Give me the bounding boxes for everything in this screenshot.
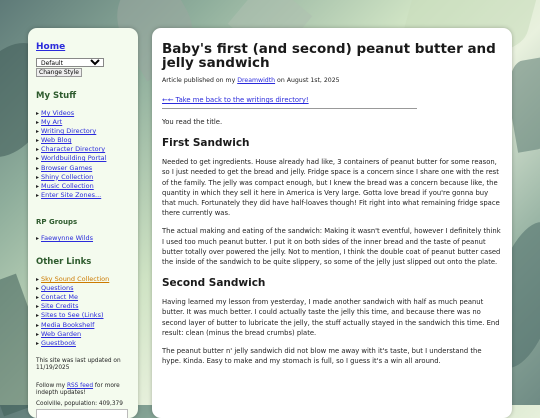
meta-suffix: on August 1st, 2025	[275, 77, 340, 84]
sidebar-item-music-collection: Music Collection	[36, 182, 138, 191]
my-stuff-heading: My Stuff	[36, 91, 77, 101]
my-art-link[interactable]: My Art	[41, 118, 62, 126]
sidebar-item-enter-site-zones: Enter Site Zones...	[36, 191, 138, 200]
sidebar-item-web-garden: Web Garden	[36, 330, 138, 339]
sidebar-item-web-blog: Web Blog	[36, 136, 138, 145]
my-stuff-list: My Videos My Art Writing Directory Web B…	[36, 109, 138, 200]
paragraph: The peanut butter n' jelly sandwich did …	[162, 347, 482, 366]
sites-to-see-link[interactable]: Sites to See (Links)	[41, 311, 103, 319]
sidebar-item-shiny-collection: Shiny Collection	[36, 173, 138, 182]
dreamwidth-link[interactable]: Dreamwidth	[237, 77, 275, 84]
writing-directory-link[interactable]: Writing Directory	[41, 127, 96, 135]
article-panel: Baby's first (and second) peanut butter …	[152, 28, 512, 418]
worldbuilding-portal-link[interactable]: Worldbuilding Portal	[41, 154, 106, 162]
second-sandwich-heading: Second Sandwich	[162, 277, 266, 290]
rss-follow-text: Follow my RSS feed for more indepth upda…	[36, 383, 134, 398]
enter-site-zones-link[interactable]: Enter Site Zones...	[41, 191, 101, 199]
population-counter: Coolville, population: 409,379	[36, 400, 123, 407]
web-garden-link[interactable]: Web Garden	[41, 330, 81, 338]
media-bookshelf-link[interactable]: Media Bookshelf	[41, 321, 94, 329]
guestbook-link[interactable]: Guestbook	[41, 339, 76, 347]
first-sandwich-heading: First Sandwich	[162, 137, 250, 150]
meta-prefix: Article published on my	[162, 77, 238, 84]
site-credits-link[interactable]: Site Credits	[41, 302, 78, 310]
style-select[interactable]: Default	[36, 58, 104, 67]
other-links-list: Sky Sound Collection Questions Contact M…	[36, 275, 138, 348]
intro-paragraph: You read the title.	[162, 118, 223, 126]
sidebar-item-writing-directory: Writing Directory	[36, 127, 138, 136]
last-updated-text: This site was last updated on 11/19/2025	[36, 357, 121, 372]
sidebar-item-faewynne-wilds: Faewynne Wilds	[36, 234, 138, 243]
sidebar-item-my-videos: My Videos	[36, 109, 138, 118]
paragraph: Needed to get ingredients. House already…	[162, 158, 500, 218]
sidebar-item-questions: Questions	[36, 284, 138, 293]
back-to-writings-link[interactable]: ←← Take me back to the writings director…	[162, 96, 502, 104]
sidebar-item-my-art: My Art	[36, 118, 138, 127]
questions-link[interactable]: Questions	[41, 284, 73, 292]
home-link[interactable]: Home	[36, 42, 138, 52]
paragraph: The actual making and eating of the sand…	[162, 227, 501, 267]
sidebar-item-site-credits: Site Credits	[36, 302, 138, 311]
shiny-collection-link[interactable]: Shiny Collection	[41, 173, 93, 181]
faewynne-wilds-link[interactable]: Faewynne Wilds	[41, 234, 93, 242]
sidebar-item-sites-to-see: Sites to See (Links)	[36, 311, 138, 320]
rp-groups-heading: RP Groups	[36, 217, 78, 226]
paragraph: Having learned my lesson from yesterday,…	[162, 298, 500, 337]
rss-follow-prefix: Follow my	[36, 382, 67, 389]
article-title: Baby's first (and second) peanut butter …	[162, 41, 496, 71]
sidebar-item-character-directory: Character Directory	[36, 145, 138, 154]
web-blog-link[interactable]: Web Blog	[41, 136, 72, 144]
sidebar-item-media-bookshelf: Media Bookshelf	[36, 321, 138, 330]
other-links-heading: Other Links	[36, 257, 92, 268]
sidebar-item-sky-sound: Sky Sound Collection	[36, 275, 138, 284]
change-style-button[interactable]: Change Style	[36, 68, 82, 77]
browser-games-link[interactable]: Browser Games	[41, 164, 92, 172]
character-directory-link[interactable]: Character Directory	[41, 145, 105, 153]
article-meta: Article published on my Dreamwidth on Au…	[162, 77, 502, 84]
contact-me-link[interactable]: Contact Me	[41, 293, 78, 301]
rss-feed-link[interactable]: RSS feed	[67, 383, 93, 389]
sidebar-item-contact-me: Contact Me	[36, 293, 138, 302]
sidebar-item-browser-games: Browser Games	[36, 164, 138, 173]
sky-sound-collection-link[interactable]: Sky Sound Collection	[41, 275, 109, 283]
music-collection-link[interactable]: Music Collection	[41, 182, 94, 190]
rp-groups-list: Faewynne Wilds	[36, 234, 138, 243]
sidebar-item-guestbook: Guestbook	[36, 339, 138, 348]
counter-widget	[36, 408, 128, 418]
sidebar-item-worldbuilding-portal: Worldbuilding Portal	[36, 154, 138, 163]
sidebar: Home Default Change Style My Stuff My Vi…	[28, 28, 138, 418]
divider	[162, 108, 417, 109]
my-videos-link[interactable]: My Videos	[41, 109, 74, 117]
